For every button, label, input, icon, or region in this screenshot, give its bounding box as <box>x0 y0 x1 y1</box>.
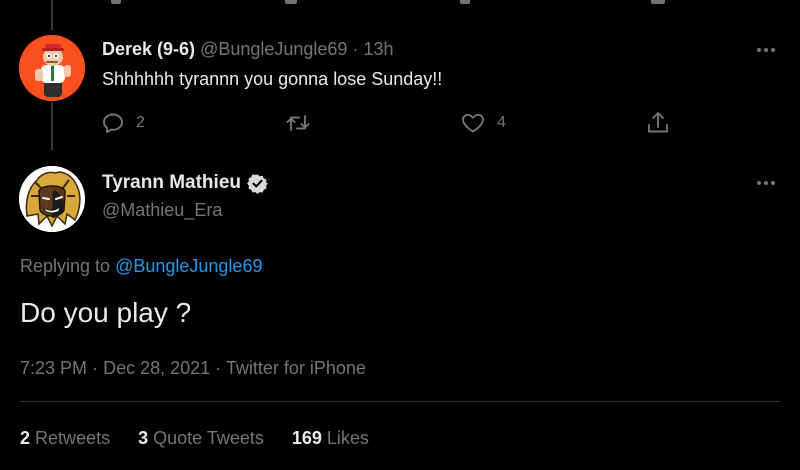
reply-button[interactable]: 2 <box>101 111 145 135</box>
tweet-source: Twitter for iPhone <box>225 358 366 378</box>
reply-tweet-header: Derek (9-6) @BungleJungle69 · 13h <box>102 39 394 60</box>
retweet-button[interactable] <box>285 111 311 135</box>
replying-to-label: Replying to <box>20 256 111 276</box>
more-options-button[interactable] <box>754 173 778 193</box>
retweet-icon <box>286 115 310 131</box>
verified-badge-icon <box>247 173 268 194</box>
like-icon-remnant <box>460 0 470 4</box>
timestamp[interactable]: 13h <box>363 39 393 59</box>
separator-dot: · <box>352 39 359 59</box>
separator-dot: · <box>215 358 222 378</box>
tweet-text: Do you play ? <box>20 297 192 328</box>
thread-connector-line <box>51 102 53 150</box>
reply-icon <box>103 113 123 133</box>
replying-to-handle-link[interactable]: @BungleJungle69 <box>115 256 262 276</box>
avatar[interactable] <box>19 166 85 232</box>
display-name[interactable]: Derek (9-6) <box>102 39 195 59</box>
display-name[interactable]: Tyrann Mathieu <box>102 172 241 194</box>
retweets-stat-link[interactable]: 2 Retweets <box>20 428 110 449</box>
previous-tweet-actions-remnant <box>0 0 800 6</box>
share-icon-remnant <box>651 0 665 4</box>
share-icon <box>648 112 668 133</box>
lion-mane-avatar-icon <box>19 166 85 232</box>
heart-icon <box>462 113 484 133</box>
like-count: 4 <box>497 114 506 131</box>
handle[interactable]: @BungleJungle69 <box>200 39 347 59</box>
engagement-stats: 2 Retweets 3 Quote Tweets 169 Likes <box>20 428 397 449</box>
likes-count: 169 <box>291 428 322 448</box>
likes-label: Likes <box>326 428 369 448</box>
tweet-metadata: 7:23 PM · Dec 28, 2021 · Twitter for iPh… <box>20 358 366 379</box>
tweet-date[interactable]: Dec 28, 2021 <box>103 358 210 378</box>
tweet-time[interactable]: 7:23 PM <box>20 358 87 378</box>
peter-griffin-avatar-icon <box>19 35 85 101</box>
quote-tweets-count: 3 <box>138 428 149 448</box>
separator-dot: · <box>92 358 99 378</box>
retweets-count: 2 <box>20 428 31 448</box>
author-name-row: Tyrann Mathieu <box>102 172 268 194</box>
reply-icon-remnant <box>111 0 121 4</box>
divider <box>20 401 780 402</box>
handle[interactable]: @Mathieu_Era <box>102 200 222 221</box>
thread-connector-line <box>51 0 53 30</box>
reply-count: 2 <box>136 114 145 131</box>
retweet-icon-remnant <box>285 0 297 4</box>
replying-to-line: Replying to @BungleJungle69 <box>20 256 262 277</box>
likes-stat-link[interactable]: 169 Likes <box>292 428 369 449</box>
more-options-button[interactable] <box>754 40 778 60</box>
like-button[interactable]: 4 <box>460 111 506 135</box>
quote-tweets-stat-link[interactable]: 3 Quote Tweets <box>138 428 264 449</box>
more-icon <box>757 181 775 185</box>
retweets-label: Retweets <box>35 428 111 448</box>
more-icon <box>757 48 775 52</box>
quote-tweets-label: Quote Tweets <box>153 428 264 448</box>
tweet-text: Shhhhhh tyrannn you gonna lose Sunday!! <box>102 69 443 89</box>
avatar[interactable] <box>19 35 85 101</box>
share-button[interactable] <box>645 110 671 136</box>
